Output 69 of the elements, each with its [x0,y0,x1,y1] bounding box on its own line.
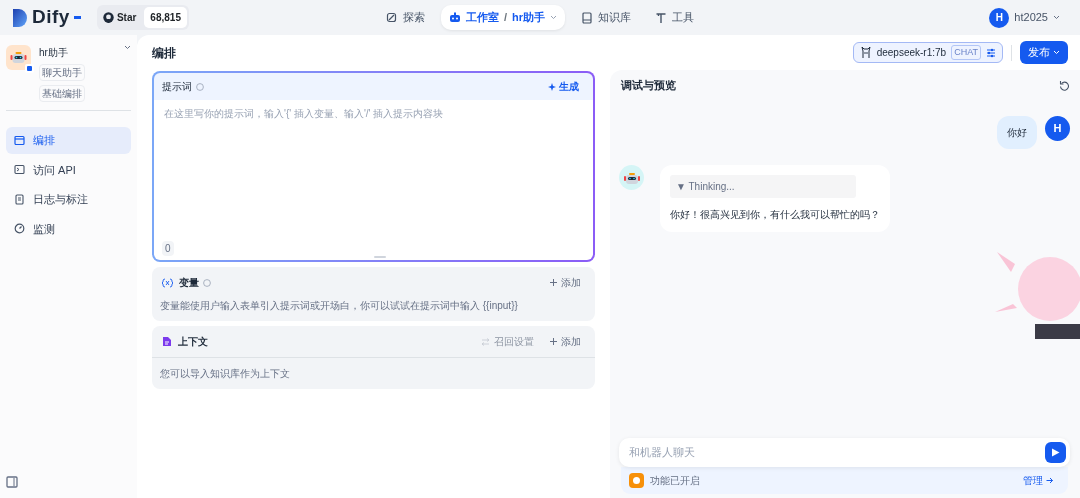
model-type-tag: CHAT [951,44,981,61]
chevron-down-icon [1053,15,1060,20]
arrow-right-icon [1046,477,1054,484]
sidebar-item[interactable]: 编排 [6,127,131,154]
logo-icon [12,7,28,28]
refresh-icon[interactable] [1059,79,1070,91]
user-message: 你好 [997,116,1037,149]
chevron-down-icon [1053,50,1060,55]
github-star-button[interactable]: Star 68,815 [96,5,189,30]
section-description: 变量能使用户输入表单引入提示词或开场白，你可以试试在提示词中输入 {{input}} [159,299,519,313]
page-title: 编排 [152,44,177,62]
swap-icon [481,337,490,346]
plus-icon [550,338,557,345]
resize-handle[interactable] [373,256,386,258]
sidebar-item[interactable]: 访问 API [6,156,131,183]
feature-icon [629,473,644,488]
help-icon [203,278,211,287]
document-icon [14,193,25,205]
send-icon [1051,448,1060,457]
manage-link[interactable]: 管理 [1017,472,1060,489]
nav-tab[interactable]: 知识库 [573,5,640,30]
chevron-down-icon [550,15,558,20]
robot-avatar-icon [6,45,31,70]
prompt-field[interactable]: 在这里写你的提示词，输入'{' 插入变量、输入'/' 插入提示内容块 0 [154,100,593,260]
send-button[interactable] [1045,442,1066,463]
app-name: hr助手 [39,46,69,60]
robot-icon [448,11,461,24]
features-status: 功能已开启 [650,474,700,488]
variable-icon [162,277,173,288]
user-avatar: H [1045,116,1070,141]
layout-icon [14,134,25,146]
nav-tab[interactable]: 工具 [647,5,703,30]
breadcrumb-separator: / [503,10,508,26]
compass-icon [385,11,398,24]
bot-message: 你好！很高兴见到你，有什么我可以帮忙的吗？ [670,208,880,222]
section-title: 上下文 [178,335,208,349]
gauge-icon [14,223,25,235]
generate-button[interactable]: 生成 [542,78,585,95]
sidebar-item[interactable]: 日志与标注 [6,186,131,213]
nav-tab[interactable]: 探索 [377,5,433,30]
chevron-down-icon [124,45,131,50]
plus-icon [550,279,557,286]
cursor-mark [73,16,81,19]
section-description: 您可以导入知识库作为上下文 [159,367,291,381]
terminal-icon [14,164,25,176]
panel-title: 调试与预览 [621,77,677,93]
robot-avatar-icon [622,170,641,185]
app-tag: 聊天助手 [39,64,85,81]
add-button[interactable]: 添加 [546,275,585,290]
model-selector[interactable]: deepseek-r1:7b CHAT [852,41,1003,64]
sidebar-toggle-icon[interactable] [6,476,18,488]
book-icon [581,11,594,24]
chat-input-box[interactable]: 和机器人聊天 [619,438,1070,467]
publish-button[interactable]: 发布 [1020,41,1068,64]
section-title: 变量 [179,276,199,290]
sidebar-item[interactable]: 监测 [6,215,131,242]
sliders-icon [986,47,996,58]
chat-badge-icon [25,64,34,73]
sparkle-icon [548,82,556,91]
character-count: 0 [162,241,174,256]
prompt-title: 提示词 [162,80,192,94]
app-tag: 基础编排 [39,85,85,102]
document-icon [162,336,172,347]
user-menu[interactable]: H ht2025 [981,3,1068,32]
help-icon [196,82,204,91]
brand-name: Dify [32,5,70,30]
thinking-toggle[interactable]: ▼ Thinking... [670,175,856,198]
add-button[interactable]: 添加 [546,334,585,349]
nav-tab[interactable]: 工作室 / hr助手 [440,5,566,30]
